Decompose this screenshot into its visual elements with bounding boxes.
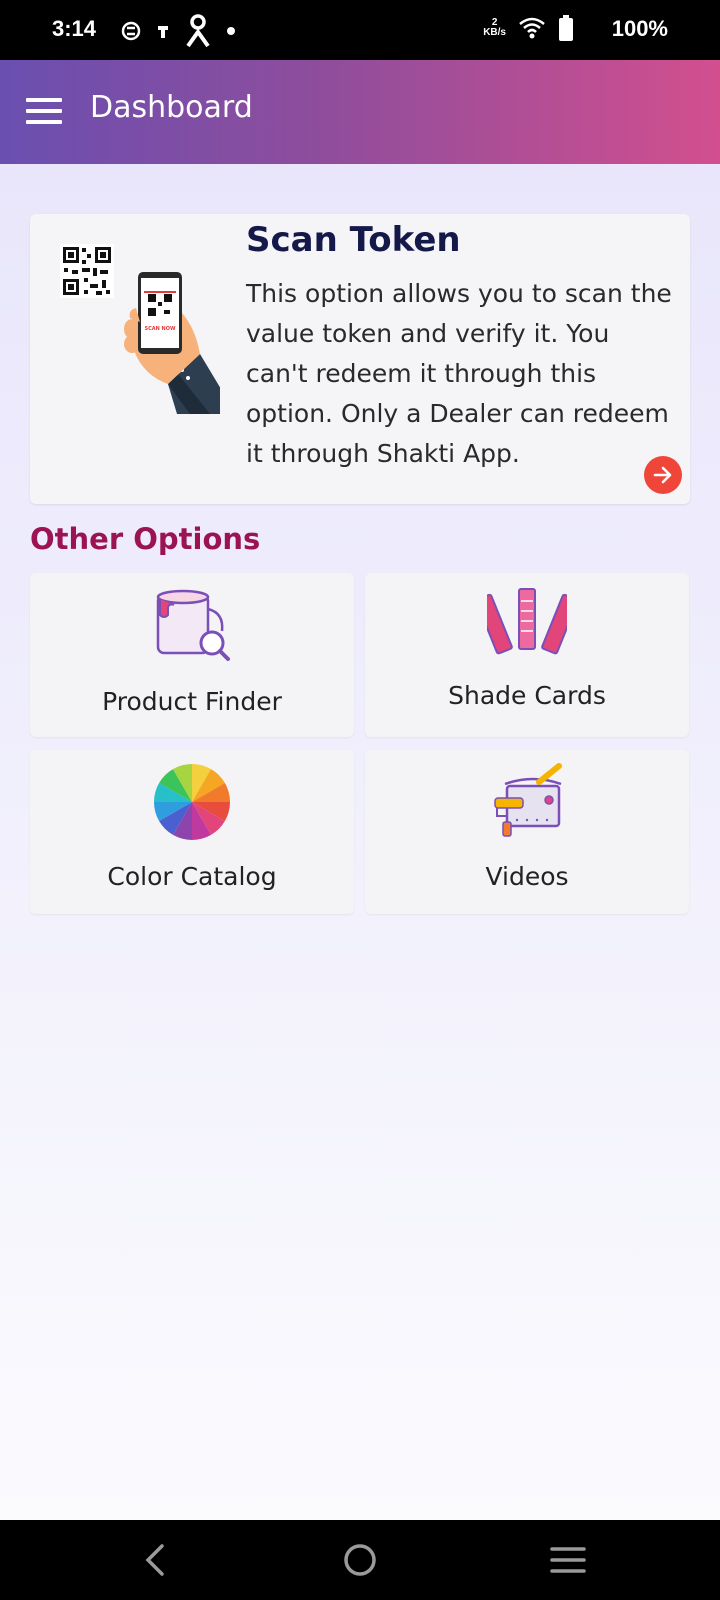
paint-bucket-search-icon	[156, 589, 230, 661]
wifi-icon	[519, 17, 545, 39]
arrow-right-icon[interactable]	[644, 456, 682, 494]
color-catalog-label: Color Catalog	[107, 862, 277, 891]
swatch-fan-icon	[487, 588, 567, 655]
battery-icon	[559, 15, 573, 41]
dot-icon	[227, 27, 235, 35]
status-time: 3:14	[52, 16, 97, 41]
videos-tile[interactable]: Videos	[365, 750, 689, 914]
videos-label: Videos	[485, 862, 569, 891]
back-icon[interactable]	[134, 1538, 178, 1582]
product-finder-label: Product Finder	[102, 687, 282, 716]
home-icon[interactable]	[338, 1538, 382, 1582]
system-nav-bar	[0, 1520, 720, 1600]
dashboard-content: SCAN NOW Scan Token This option allows y…	[0, 164, 720, 1520]
net-speed: 2 KB/s	[483, 18, 506, 38]
paint-roller-bucket-icon	[494, 763, 562, 837]
product-finder-tile[interactable]: Product Finder	[30, 573, 354, 737]
app-bar: Dashboard	[0, 60, 720, 164]
status-notification-icons	[120, 14, 236, 48]
shade-cards-tile[interactable]: Shade Cards	[365, 573, 689, 737]
net-speed-unit: KB/s	[483, 27, 506, 38]
recents-icon[interactable]	[546, 1538, 590, 1582]
sim-icon	[121, 21, 141, 41]
usb-icon	[158, 26, 168, 38]
color-wheel-icon	[154, 764, 230, 840]
color-catalog-tile[interactable]: Color Catalog	[30, 750, 354, 914]
scan-token-description: This option allows you to scan the value…	[246, 279, 672, 468]
scan-now-label: SCAN NOW	[144, 326, 176, 332]
status-bar: 3:14 2 KB/s 100%	[0, 0, 720, 60]
other-options-title: Other Options	[30, 522, 261, 556]
hamburger-icon[interactable]	[26, 98, 62, 126]
scan-token-title: Scan Token	[246, 220, 461, 260]
scan-token-card[interactable]: SCAN NOW Scan Token This option allows y…	[30, 214, 690, 504]
app-icon	[186, 14, 210, 48]
page-title: Dashboard	[90, 90, 253, 125]
shade-cards-label: Shade Cards	[448, 681, 606, 710]
battery-percent: 100%	[611, 16, 668, 41]
scan-qr-illustration: SCAN NOW	[60, 244, 220, 414]
